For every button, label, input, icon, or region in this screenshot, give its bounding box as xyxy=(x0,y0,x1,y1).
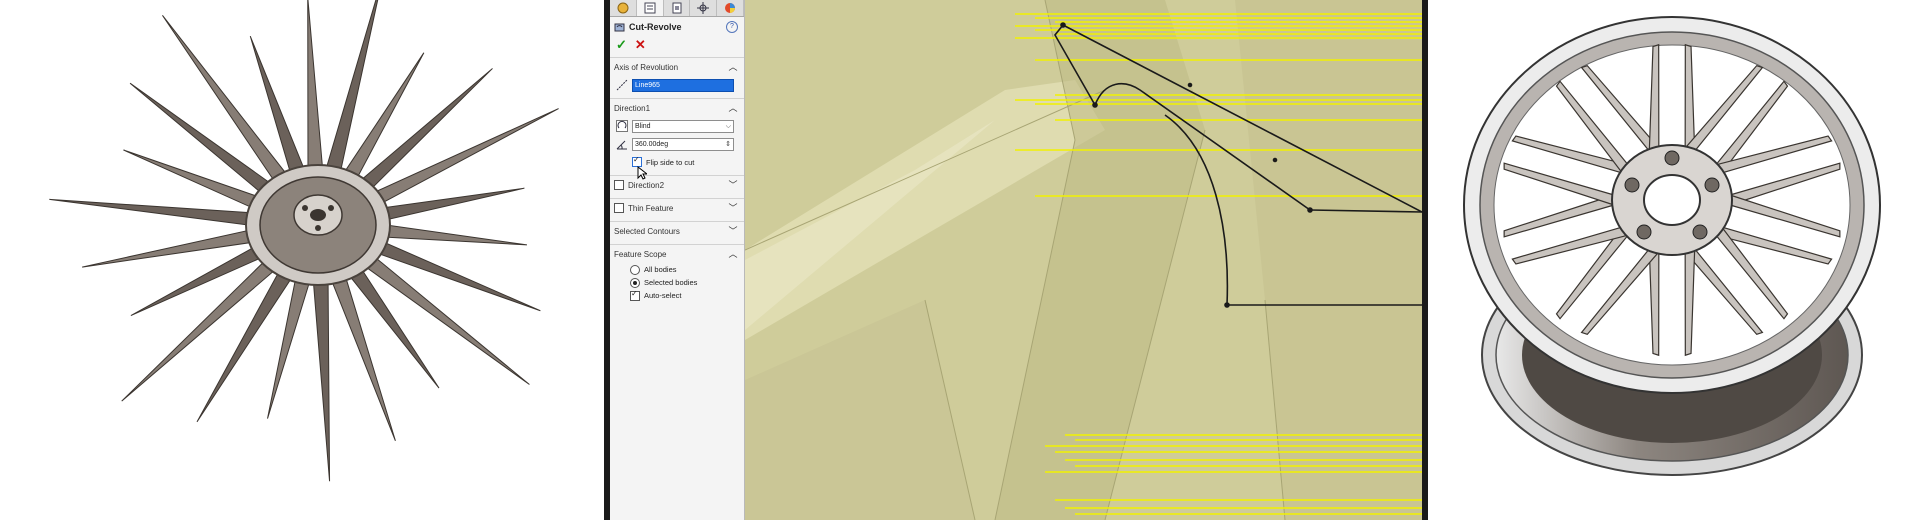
configuration-icon xyxy=(672,2,682,14)
axis-row: Line965 xyxy=(610,76,744,94)
selected-bodies-option[interactable]: Selected bodies xyxy=(610,276,744,289)
axis-line-icon xyxy=(616,79,628,91)
axis-section-label: Axis of Revolution xyxy=(614,62,679,72)
spike-blade xyxy=(327,267,396,442)
all-bodies-radio[interactable] xyxy=(630,264,640,275)
spike-blade xyxy=(249,35,309,183)
ok-button[interactable]: ✓ xyxy=(616,37,627,53)
tab-feature-manager[interactable] xyxy=(610,0,637,16)
selected-bodies-label: Selected bodies xyxy=(644,278,698,287)
selected-contours-section-header[interactable]: Selected Contours ﹀ xyxy=(610,221,744,240)
end-condition-value: Blind xyxy=(635,122,651,130)
thin-feature-checkbox[interactable] xyxy=(614,203,624,213)
center-hub xyxy=(245,164,391,286)
direction1-label: Direction1 xyxy=(614,103,651,113)
angle-input[interactable]: 360.00deg ⇕ xyxy=(632,137,734,151)
chevron-up-icon[interactable]: ︿ xyxy=(728,103,738,113)
tab-configuration-manager[interactable] xyxy=(664,0,691,16)
wheel-hub xyxy=(1611,144,1733,256)
selected-bodies-radio[interactable] xyxy=(630,277,640,288)
reverse-direction-icon[interactable] xyxy=(616,120,628,132)
mouse-cursor-icon xyxy=(637,166,647,180)
thin-feature-label: Thin Feature xyxy=(628,203,674,213)
spike-blade xyxy=(323,0,379,182)
end-condition-row: Blind ⌵ xyxy=(610,117,744,135)
thin-feature-section-header[interactable]: Thin Feature ﹀ xyxy=(610,198,744,217)
cut-revolve-icon xyxy=(614,23,625,31)
spiked-revolve-preview xyxy=(49,0,559,482)
all-bodies-label: All bodies xyxy=(644,265,677,274)
direction2-checkbox[interactable] xyxy=(614,180,624,190)
direction2-label: Direction2 xyxy=(628,180,665,190)
spike-blade xyxy=(312,271,331,482)
direction1-section-header[interactable]: Direction1 ︿ xyxy=(610,98,744,117)
graphics-viewport[interactable] xyxy=(745,0,1422,520)
chevron-down-icon[interactable]: ﹀ xyxy=(728,226,738,236)
feature-scope-section-header[interactable]: Feature Scope ︿ xyxy=(610,244,744,263)
panel-title-bar: Cut-Revolve ? xyxy=(610,17,744,37)
alloy-wheel-render xyxy=(1463,16,1881,476)
auto-select-option[interactable]: Auto-select xyxy=(610,289,744,302)
cancel-button[interactable]: ✕ xyxy=(635,37,646,53)
chevron-down-icon[interactable]: ﹀ xyxy=(728,203,738,213)
help-button[interactable]: ? xyxy=(726,21,738,33)
tab-display-manager[interactable] xyxy=(717,0,744,16)
tab-dimxpert-manager[interactable] xyxy=(690,0,718,16)
ok-cancel-bar: ✓ ✕ xyxy=(610,37,744,53)
feature-scope-label: Feature Scope xyxy=(614,249,667,259)
flip-side-label: Flip side to cut xyxy=(646,157,695,167)
chevron-up-icon[interactable]: ︿ xyxy=(728,249,738,259)
auto-select-label: Auto-select xyxy=(644,291,682,300)
chevron-up-icon[interactable]: ︿ xyxy=(728,62,738,72)
auto-select-checkbox[interactable] xyxy=(630,289,640,301)
direction2-section-header[interactable]: Direction2 ﹀ xyxy=(610,175,744,194)
property-manager-icon xyxy=(644,2,656,14)
chevron-down-icon[interactable]: ﹀ xyxy=(728,180,738,190)
spinner-icon[interactable]: ⇕ xyxy=(725,139,731,150)
dimxpert-icon xyxy=(697,2,710,14)
axis-section-header[interactable]: Axis of Revolution ︿ xyxy=(610,57,744,76)
flip-side-row: Flip side to cut xyxy=(610,153,744,171)
chevron-down-icon: ⌵ xyxy=(725,122,731,130)
angle-row: 360.00deg ⇕ xyxy=(610,135,744,153)
display-icon xyxy=(725,3,736,13)
page-title: Cut-Revolve xyxy=(629,22,682,32)
axis-selection-field[interactable]: Line965 xyxy=(632,78,734,92)
all-bodies-option[interactable]: All bodies xyxy=(610,263,744,276)
angle-value: 360.00deg xyxy=(635,140,669,148)
tab-property-manager[interactable] xyxy=(636,0,664,16)
spike-blade xyxy=(49,198,266,228)
spike-blade xyxy=(307,0,324,179)
manager-tabs xyxy=(610,0,744,17)
angle-icon xyxy=(616,140,627,150)
end-condition-select[interactable]: Blind ⌵ xyxy=(632,119,734,133)
spike-blade xyxy=(370,222,528,246)
feature-manager-icon xyxy=(617,2,629,14)
selected-contours-label: Selected Contours xyxy=(614,226,680,236)
property-manager: Cut-Revolve ? ✓ ✕ Axis of Revolution ︿ L… xyxy=(610,0,745,520)
